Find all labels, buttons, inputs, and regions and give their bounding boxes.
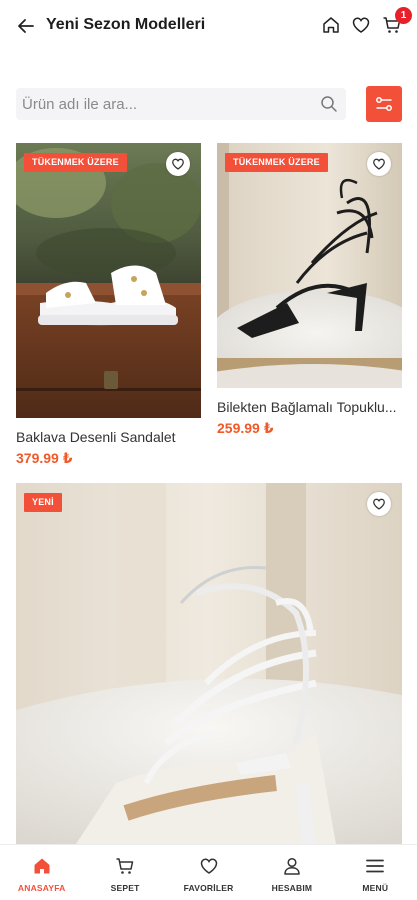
nav-item-account[interactable]: HESABIM [250,845,333,900]
favorite-button[interactable] [166,152,190,176]
home-icon [31,855,53,877]
product-card[interactable]: TÜKENMEK ÜZERE Baklava Desenli Sandalet … [16,143,201,468]
favorite-button[interactable] [367,492,391,516]
product-price: 259.99 ₺ [217,420,274,436]
nav-label: HESABIM [271,883,313,893]
nav-label: MENÜ [362,883,389,893]
heart-icon[interactable] [349,13,373,37]
product-price: 379.99 ₺ [16,450,73,466]
menu-icon [364,855,386,877]
cart-icon [114,855,136,877]
nav-label: SEPET [110,883,140,893]
product-card[interactable]: YENİ [16,483,402,844]
stock-badge: TÜKENMEK ÜZERE [24,153,127,172]
filter-icon [376,97,392,111]
search-bar [16,88,346,120]
user-icon [281,855,303,877]
nav-item-home[interactable]: ANASAYFA [0,845,83,900]
cart-button[interactable]: 1 [380,7,412,37]
product-card[interactable]: TÜKENMEK ÜZERE Bilekten Bağlamalı Topukl… [217,143,402,438]
home-icon[interactable] [319,13,343,37]
nav-item-cart[interactable]: SEPET [83,845,166,900]
product-image[interactable] [16,143,201,418]
nav-label: FAVORİLER [183,883,234,893]
heart-icon [373,158,385,170]
search-icon[interactable] [320,95,338,113]
app-header: Yeni Sezon Modelleri 1 [0,0,417,52]
product-name[interactable]: Bilekten Bağlamalı Topuklu... [217,399,402,415]
nav-label: ANASAYFA [17,883,66,893]
product-image[interactable] [217,143,402,388]
nav-item-menu[interactable]: MENÜ [334,845,417,900]
filter-button[interactable] [366,86,402,122]
product-image[interactable] [16,483,402,844]
bottom-nav: ANASAYFA SEPET FAVORİLER HESABIM MENÜ [0,844,417,900]
nav-item-favorites[interactable]: FAVORİLER [167,845,250,900]
cart-count-badge: 1 [395,7,412,24]
stock-badge: TÜKENMEK ÜZERE [225,153,328,172]
search-input[interactable] [16,95,306,113]
page-title: Yeni Sezon Modelleri [46,16,206,33]
heart-icon [198,855,220,877]
heart-icon [172,158,184,170]
heart-icon [373,498,385,510]
product-name[interactable]: Baklava Desenli Sandalet [16,429,201,445]
new-badge: YENİ [24,493,62,512]
back-arrow-icon[interactable] [14,14,38,38]
favorite-button[interactable] [367,152,391,176]
